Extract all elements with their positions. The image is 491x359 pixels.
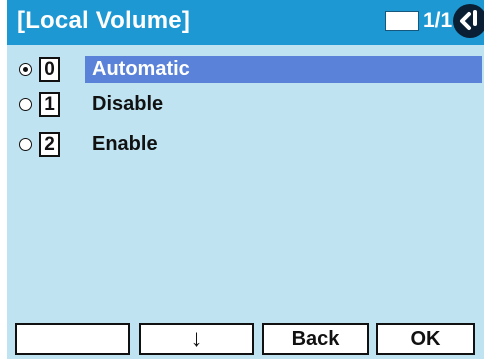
menu-item-disable[interactable]: 1 Disable [7,89,484,121]
softkey-ok[interactable]: OK [376,323,475,355]
menu-item-automatic[interactable]: 0 Automatic [7,54,484,86]
back-arrow-glyph [460,10,477,30]
back-arrow-icon[interactable] [453,4,484,38]
page-count: 1/1 [423,9,453,32]
title-bar: [Local Volume] 1/1 [7,0,484,45]
menu-item-enable[interactable]: 2 Enable [7,129,484,161]
menu-item-label: Disable [92,93,164,115]
radio-button[interactable] [19,138,32,151]
softkey-1[interactable] [15,323,130,355]
menu-item-label: Enable [92,133,158,155]
key-number-box: 1 [39,92,60,117]
softkey-back[interactable]: Back [262,323,369,355]
key-number-box: 0 [39,57,60,82]
radio-dot [22,66,28,72]
page-indicator-box [385,11,419,31]
softkey-down-arrow[interactable]: ↓ [139,323,254,355]
radio-button-selected[interactable] [19,63,32,76]
menu-item-label: Automatic [92,58,190,80]
page-title: [Local Volume] [17,7,191,34]
phone-screen: [Local Volume] 1/1 0 Automatic 1 Disable… [7,0,484,359]
key-number-box: 2 [39,132,60,157]
radio-button[interactable] [19,98,32,111]
